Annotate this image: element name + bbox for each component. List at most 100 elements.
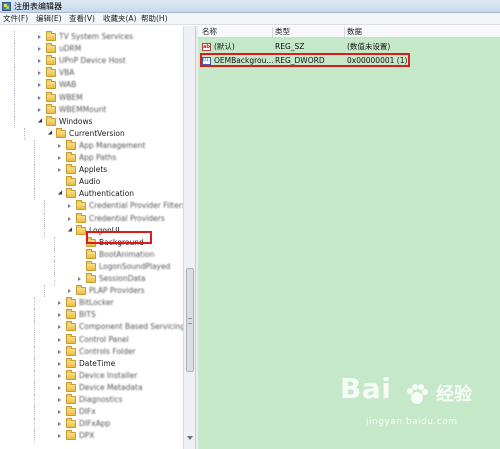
collapsed-arrow-icon[interactable] [38, 47, 41, 52]
menu-favorites[interactable]: 收藏夹(A) [103, 14, 136, 24]
tree-node[interactable]: UPnP Device Host [0, 55, 183, 68]
tree-node[interactable]: WAB [0, 79, 183, 92]
tree-node[interactable]: Device Metadata [0, 381, 183, 394]
menu-file[interactable]: 文件(F) [3, 14, 28, 24]
tree-guide-line [34, 394, 35, 406]
tree-node[interactable]: uDRM [0, 43, 183, 56]
tree-node[interactable]: TV System Services [0, 31, 183, 43]
tree-node[interactable]: DIFx [0, 406, 183, 419]
folder-icon [66, 188, 76, 199]
tree-node[interactable]: BITS [0, 309, 183, 322]
tree-node[interactable]: PLAP Providers [0, 285, 183, 298]
collapsed-arrow-icon[interactable] [68, 216, 71, 221]
tree-node-label: App Management [79, 140, 146, 150]
baidu-jingyan-watermark: Bai 经验 jingyan.baidu.com [330, 372, 500, 448]
collapsed-arrow-icon[interactable] [58, 337, 61, 342]
tree-scrollbar[interactable] [183, 26, 195, 449]
tree-node[interactable]: BootAnimation [0, 248, 183, 261]
collapsed-arrow-icon[interactable] [58, 325, 61, 330]
tree-node[interactable]: Component Based Servicing [0, 321, 185, 334]
tree-node[interactable]: Diagnostics [0, 394, 183, 406]
collapsed-arrow-icon[interactable] [38, 83, 41, 88]
background-key-highlight [86, 231, 152, 244]
tree-guide-line [14, 91, 15, 104]
collapsed-arrow-icon[interactable] [58, 410, 61, 415]
scrollbar-thumb[interactable] [186, 268, 194, 372]
collapsed-arrow-icon[interactable] [38, 71, 41, 76]
folder-icon [46, 67, 56, 78]
list-row-default[interactable]: ab (默认) REG_SZ (数值未设置) [198, 41, 500, 53]
collapsed-arrow-icon[interactable] [58, 313, 61, 318]
collapsed-arrow-icon[interactable] [38, 95, 41, 100]
collapsed-arrow-icon[interactable] [58, 398, 61, 402]
tree-node-label: Controls Folder [79, 346, 136, 356]
expanded-arrow-icon[interactable] [67, 226, 75, 234]
collapsed-arrow-icon[interactable] [58, 373, 61, 378]
collapsed-arrow-icon[interactable] [58, 168, 61, 173]
expanded-arrow-icon[interactable] [47, 130, 55, 137]
tree-node[interactable]: Control Panel [0, 333, 183, 346]
tree-node[interactable]: Audio [0, 176, 183, 189]
collapsed-arrow-icon[interactable] [58, 422, 61, 427]
tree-node[interactable]: DIFxApp [0, 418, 183, 431]
tree-node[interactable]: DateTime [0, 357, 183, 370]
tree-guide-line [34, 357, 35, 370]
tree-node[interactable]: Applets [0, 164, 183, 177]
collapsed-arrow-icon[interactable] [58, 349, 61, 354]
watermark-url: jingyan.baidu.com [366, 417, 458, 427]
tree-node[interactable]: LogonSoundPlayed [0, 260, 183, 273]
folder-icon [76, 285, 86, 296]
tree-node[interactable]: Windows [0, 115, 183, 128]
column-type[interactable]: 类型 [275, 27, 290, 37]
folder-icon [66, 381, 76, 392]
tree-guide-line [14, 103, 15, 116]
tree-node[interactable]: Credential Providers [0, 212, 183, 225]
collapsed-arrow-icon[interactable] [58, 434, 61, 439]
tree-node-label: PLAP Providers [89, 286, 145, 296]
expanded-arrow-icon[interactable] [57, 190, 65, 197]
collapsed-arrow-icon[interactable] [38, 59, 41, 64]
tree-node[interactable]: App Paths [0, 152, 183, 164]
tree-node-label: Authentication [79, 189, 135, 199]
tree-node-label: Control Panel [79, 334, 129, 344]
menu-view[interactable]: 查看(V) [69, 14, 95, 24]
folder-icon [76, 200, 86, 211]
collapsed-arrow-icon[interactable] [68, 289, 71, 294]
tree-node[interactable]: SessionData [0, 273, 183, 285]
collapsed-arrow-icon[interactable] [78, 277, 81, 281]
tree-node[interactable]: WBEMMount [0, 103, 183, 116]
collapsed-arrow-icon[interactable] [58, 301, 61, 306]
collapsed-arrow-icon[interactable] [58, 361, 61, 366]
collapsed-arrow-icon[interactable] [58, 156, 61, 160]
tree-node-label: BitLocker [79, 298, 114, 308]
tree-node[interactable]: Controls Folder [0, 345, 183, 358]
folder-icon [66, 333, 76, 344]
tree-node[interactable]: Device Installer [0, 369, 183, 382]
scroll-down-arrow-icon[interactable] [187, 436, 193, 440]
menu-edit[interactable]: 编辑(E) [36, 14, 62, 24]
tree-node[interactable]: Credential Provider Filters [0, 200, 186, 213]
tree-node[interactable]: DPX [0, 430, 183, 443]
column-name[interactable]: 名称 [202, 27, 217, 37]
collapsed-arrow-icon[interactable] [58, 143, 61, 148]
tree-node[interactable]: VBA [0, 67, 183, 80]
collapsed-arrow-icon[interactable] [38, 35, 41, 39]
folder-icon [46, 55, 56, 66]
tree-guide-line [34, 188, 35, 201]
folder-icon [86, 248, 96, 259]
tree-guide-line [54, 273, 55, 285]
collapsed-arrow-icon[interactable] [58, 385, 61, 390]
tree-node[interactable]: WBEM [0, 91, 183, 104]
tree-node[interactable]: CurrentVersion [0, 127, 183, 140]
tree-guide-line [44, 224, 45, 237]
column-data[interactable]: 数据 [347, 27, 362, 37]
tree-node[interactable]: Authentication [0, 188, 183, 201]
tree-node[interactable]: App Management [0, 139, 183, 152]
tree-node[interactable]: BitLocker [0, 297, 183, 310]
menu-help[interactable]: 帮助(H) [141, 14, 168, 24]
collapsed-arrow-icon[interactable] [68, 204, 71, 209]
collapsed-arrow-icon[interactable] [38, 107, 41, 112]
tree-node-label: LogonSoundPlayed [99, 261, 171, 271]
expanded-arrow-icon[interactable] [37, 118, 45, 125]
tree-guide-line [34, 418, 35, 431]
